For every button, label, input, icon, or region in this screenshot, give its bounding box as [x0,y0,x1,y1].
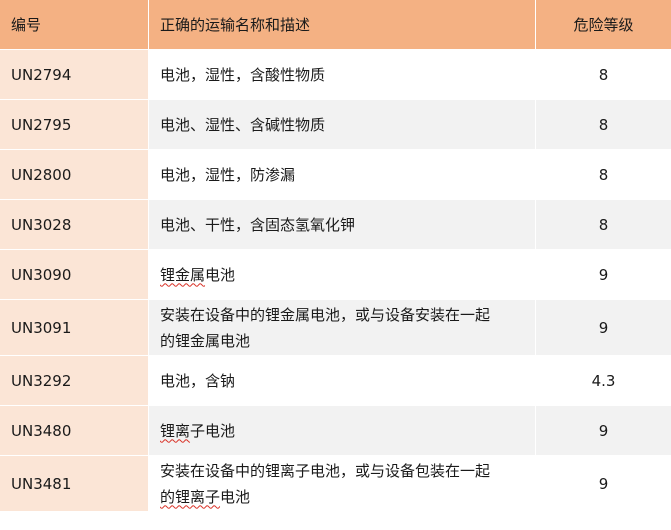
hazard-class: 9 [535,406,671,456]
table-row: UN2795 电池、湿性、含碱性物质 8 [0,100,671,150]
un-code: UN3480 [0,406,148,456]
shipping-name: 电池，湿性，防渗漏 [148,150,535,200]
shipping-name-rest: 电池 [220,487,251,506]
header-class: 危险等级 [535,0,671,50]
shipping-name-line-1: 安装在设备中的锂离子电池，或与设备包装在一起 [160,461,491,480]
spellcheck-underlined-text: 锂金属 [160,265,206,284]
shipping-name: 电池，含钠 [148,356,535,406]
table-row: UN3090 锂金属 电池 9 [0,250,671,300]
table-row: UN3481 安装在设备中的锂离子电池，或与设备包装在一起 的锂离子电池 9 [0,456,671,512]
hazard-class: 9 [535,300,671,356]
table-row: UN2800 电池，湿性，防渗漏 8 [0,150,671,200]
shipping-name: 锂金属 电池 [148,250,535,300]
shipping-name: 安装在设备中的锂离子电池，或与设备包装在一起 的锂离子电池 [148,456,535,512]
hazard-class: 8 [535,200,671,250]
hazard-class: 9 [535,456,671,512]
table-row: UN2794 电池，湿性，含酸性物质 8 [0,50,671,100]
shipping-name: 电池、湿性、含碱性物质 [148,100,535,150]
hazard-class: 9 [535,250,671,300]
shipping-name-line-2: 的锂金属电池 [160,331,251,350]
dangerous-goods-table: 编号 正确的运输名称和描述 危险等级 UN2794 电池，湿性，含酸性物质 8 … [0,0,671,512]
hazard-class: 8 [535,100,671,150]
un-code: UN3292 [0,356,148,406]
un-code: UN3028 [0,200,148,250]
un-code: UN2800 [0,150,148,200]
shipping-name-rest: 子电池 [190,421,236,440]
un-code: UN3481 [0,456,148,512]
header-name: 正确的运输名称和描述 [148,0,535,50]
hazard-class: 8 [535,50,671,100]
shipping-name-line-2: 的锂离子电池 [160,484,490,510]
table-row: UN3480 锂离 子电池 9 [0,406,671,456]
un-code: UN2794 [0,50,148,100]
table-row: UN3028 电池、干性，含固态氢氧化钾 8 [0,200,671,250]
table-row: UN3292 电池，含钠 4.3 [0,356,671,406]
shipping-name: 锂离 子电池 [148,406,535,456]
un-code: UN2795 [0,100,148,150]
un-code: UN3091 [0,300,148,356]
shipping-name-line-1: 安装在设备中的锂金属电池，或与设备安装在一起 [160,305,491,324]
shipping-name: 安装在设备中的锂金属电池，或与设备安装在一起 的锂金属电池 [148,300,535,356]
table-header-row: 编号 正确的运输名称和描述 危险等级 [0,0,671,50]
hazard-class: 4.3 [535,356,671,406]
header-code: 编号 [0,0,148,50]
shipping-name: 电池，湿性，含酸性物质 [148,50,535,100]
shipping-name-rest: 电池 [205,265,236,284]
hazard-class: 8 [535,150,671,200]
shipping-name: 电池、干性，含固态氢氧化钾 [148,200,535,250]
spellcheck-underlined-text: 锂离 [160,421,191,440]
table-row: UN3091 安装在设备中的锂金属电池，或与设备安装在一起 的锂金属电池 9 [0,300,671,356]
spellcheck-underlined-text: 的锂离子 [160,487,221,506]
un-code: UN3090 [0,250,148,300]
